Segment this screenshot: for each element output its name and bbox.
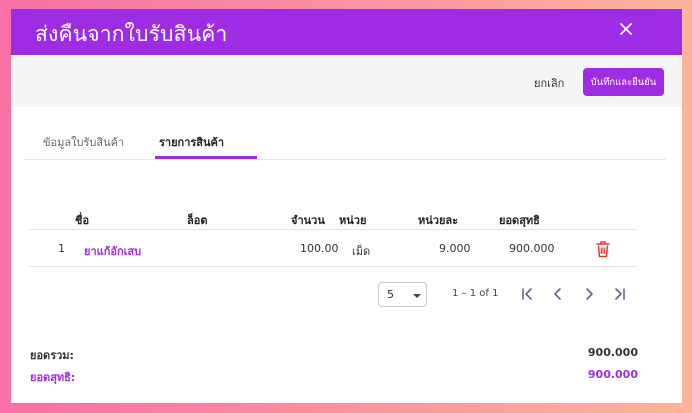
row-qty: 100.00 bbox=[300, 242, 339, 255]
chevron-down-icon bbox=[413, 294, 421, 298]
save-confirm-button[interactable]: บันทึกและยืนยัน bbox=[583, 68, 664, 96]
subtotal-row: ยอดรวม: 900.000 bbox=[30, 346, 638, 362]
product-name-link[interactable]: ยาแก้อักเสบ bbox=[84, 242, 141, 260]
tab-product-list[interactable]: รายการสินค้า bbox=[159, 133, 224, 151]
row-unit: เม็ด bbox=[352, 245, 371, 258]
pagination: 5 1 – 1 of 1 bbox=[378, 282, 648, 308]
column-header-net: ยอดสุทธิ bbox=[499, 214, 540, 227]
net-total-label: ยอดสุทธิ: bbox=[30, 371, 76, 384]
net-total-value: 900.000 bbox=[587, 368, 638, 381]
subtotal-label: ยอดรวม: bbox=[30, 349, 74, 362]
action-bar: ยกเลิก บันทึกและยืนยัน bbox=[11, 55, 682, 107]
column-header-unit: หน่วย bbox=[339, 214, 367, 227]
page-range-label: 1 – 1 of 1 bbox=[452, 288, 499, 299]
column-header-qty: จำนวน bbox=[291, 214, 325, 227]
subtotal-value: 900.000 bbox=[587, 346, 638, 359]
column-header-unit-price: หน่วยละ bbox=[418, 214, 459, 227]
column-header-name: ชื่อ bbox=[75, 214, 90, 227]
page-size-select[interactable]: 5 bbox=[378, 282, 427, 307]
column-header-lot: ล็อต bbox=[187, 214, 208, 227]
last-page-icon[interactable] bbox=[610, 284, 630, 304]
first-page-icon[interactable] bbox=[517, 284, 537, 304]
tab-receipt-info[interactable]: ข้อมูลใบรับสินค้า bbox=[43, 133, 124, 151]
prev-page-icon[interactable] bbox=[548, 284, 568, 304]
close-icon[interactable] bbox=[615, 18, 637, 40]
cancel-button[interactable]: ยกเลิก bbox=[534, 74, 564, 92]
table-row: 1 ยาแก้อักเสบ 100.00 เม็ด 9.000 900.000 bbox=[29, 231, 637, 267]
row-index: 1 bbox=[58, 242, 65, 255]
net-total-row: ยอดสุทธิ: 900.000 bbox=[30, 368, 638, 384]
tab-bar: ข้อมูลใบรับสินค้า รายการสินค้า bbox=[24, 123, 666, 160]
row-net: 900.000 bbox=[509, 242, 555, 255]
active-tab-indicator bbox=[155, 156, 257, 159]
next-page-icon[interactable] bbox=[579, 284, 599, 304]
page-size-value: 5 bbox=[387, 288, 394, 301]
dialog-header: ส่งคืนจากใบรับสินค้า bbox=[11, 9, 682, 55]
trash-icon[interactable] bbox=[594, 239, 612, 259]
dialog-title: ส่งคืนจากใบรับสินค้า bbox=[35, 23, 228, 46]
row-unit-price: 9.000 bbox=[439, 242, 471, 255]
table-header: ชื่อ ล็อต จำนวน หน่วย หน่วยละ ยอดสุทธิ bbox=[29, 199, 637, 230]
